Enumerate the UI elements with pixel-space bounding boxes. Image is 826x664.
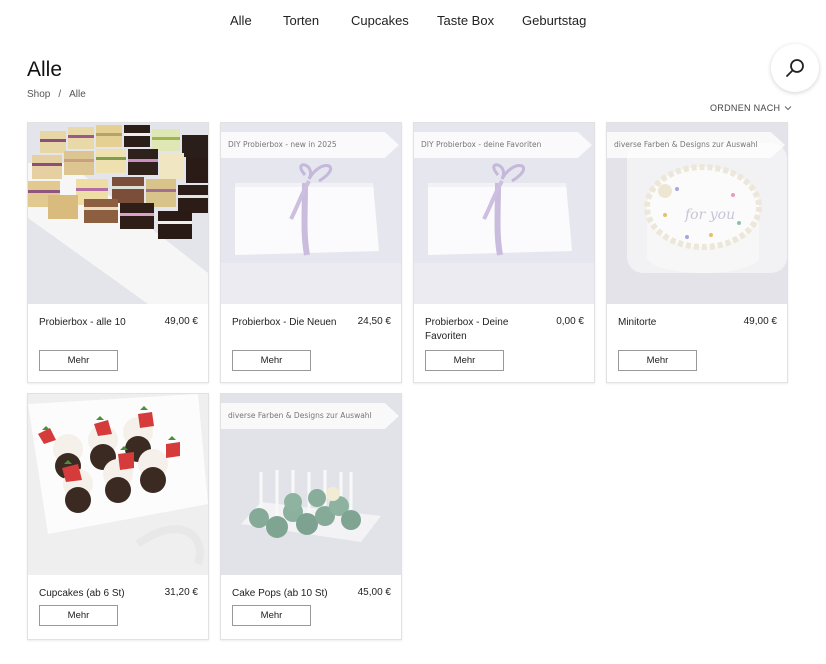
product-banner: DIY Probierbox - new in 2025 (221, 132, 399, 158)
search-icon (786, 59, 804, 77)
product-price: 31,20 € (164, 587, 198, 598)
more-button[interactable]: Mehr (425, 350, 504, 371)
more-button[interactable]: Mehr (232, 350, 311, 371)
search-button[interactable] (771, 44, 819, 92)
product-image[interactable] (28, 123, 208, 304)
product-card[interactable]: for you diverse Farben & Designs zur Aus… (606, 122, 788, 383)
product-image[interactable]: for you diverse Farben & Designs zur Aus… (607, 123, 787, 304)
nav-item-alle[interactable]: Alle (230, 12, 252, 30)
chevron-down-icon (784, 106, 792, 111)
nav-item-taste-box[interactable]: Taste Box (437, 12, 494, 30)
breadcrumb: Shop / Alle (27, 89, 86, 100)
product-info: Probierbox - Die Neuen 24,50 € Mehr (221, 304, 401, 382)
category-nav: Alle Torten Cupcakes Taste Box Geburtsta… (0, 12, 826, 30)
product-price: 45,00 € (357, 587, 391, 598)
sort-dropdown[interactable]: ORDNEN NACH (710, 103, 792, 113)
product-price: 49,00 € (164, 316, 198, 327)
more-button[interactable]: Mehr (39, 605, 118, 626)
product-image[interactable]: diverse Farben & Designs zur Auswahl (221, 394, 401, 575)
breadcrumb-shop[interactable]: Shop (27, 89, 50, 100)
product-card[interactable]: DIY Probierbox - new in 2025 Probierbox … (220, 122, 402, 383)
product-image[interactable]: DIY Probierbox - new in 2025 (221, 123, 401, 304)
product-grid: Probierbox - alle 10 49,00 € Mehr DIY Pr… (27, 122, 789, 642)
product-name[interactable]: Minitorte (618, 316, 728, 330)
product-card[interactable]: diverse Farben & Designs zur Auswahl Cak… (220, 393, 402, 640)
breadcrumb-separator: / (58, 89, 62, 100)
product-name[interactable]: Cupcakes (ab 6 St) (39, 587, 149, 601)
nav-item-torten[interactable]: Torten (283, 12, 319, 30)
product-price: 24,50 € (357, 316, 391, 327)
product-image[interactable]: DIY Probierbox - deine Favoriten (414, 123, 594, 304)
cupcakes-image (28, 394, 208, 575)
product-info: Minitorte 49,00 € Mehr (607, 304, 787, 382)
product-banner: DIY Probierbox - deine Favoriten (414, 132, 592, 158)
product-card[interactable]: DIY Probierbox - deine Favoriten Probier… (413, 122, 595, 383)
product-card[interactable]: Probierbox - alle 10 49,00 € Mehr (27, 122, 209, 383)
product-info: Probierbox - Deine Favoriten 0,00 € Mehr (414, 304, 594, 382)
product-banner: diverse Farben & Designs zur Auswahl (607, 132, 785, 158)
breadcrumb-current: Alle (69, 89, 86, 100)
product-price: 0,00 € (556, 316, 584, 327)
page-title: Alle (27, 58, 63, 81)
product-info: Probierbox - alle 10 49,00 € Mehr (28, 304, 208, 382)
product-info: Cupcakes (ab 6 St) 31,20 € Mehr (28, 575, 208, 639)
shop-page: Alle Torten Cupcakes Taste Box Geburtsta… (0, 0, 826, 664)
product-price: 49,00 € (743, 316, 777, 327)
nav-item-cupcakes[interactable]: Cupcakes (351, 12, 409, 30)
product-card[interactable]: Cupcakes (ab 6 St) 31,20 € Mehr (27, 393, 209, 640)
product-name[interactable]: Cake Pops (ab 10 St) (232, 587, 342, 601)
product-banner: diverse Farben & Designs zur Auswahl (221, 403, 399, 429)
nav-item-geburtstag[interactable]: Geburtstag (522, 12, 586, 30)
more-button[interactable]: Mehr (39, 350, 118, 371)
product-name[interactable]: Probierbox - Deine Favoriten (425, 316, 535, 344)
more-button[interactable]: Mehr (232, 605, 311, 626)
product-name[interactable]: Probierbox - alle 10 (39, 316, 149, 330)
more-button[interactable]: Mehr (618, 350, 697, 371)
product-info: Cake Pops (ab 10 St) 45,00 € Mehr (221, 575, 401, 639)
product-name[interactable]: Probierbox - Die Neuen (232, 316, 342, 330)
svg-text:for you: for you (684, 207, 735, 223)
sort-label: ORDNEN NACH (710, 103, 781, 113)
product-image[interactable] (28, 394, 208, 575)
cake-slices-image (28, 123, 208, 304)
